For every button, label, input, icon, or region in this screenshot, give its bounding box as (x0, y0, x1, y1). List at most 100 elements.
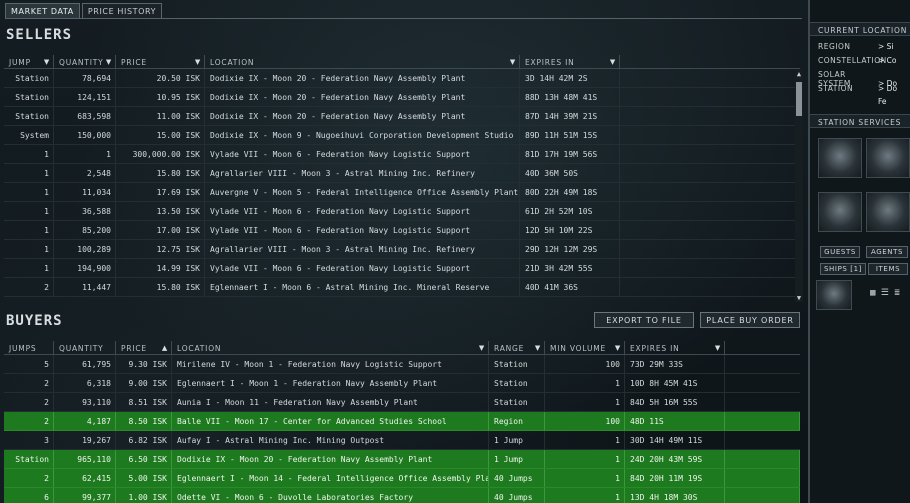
buyers-body: 5 61,795 9.30 ISK Mirilene IV - Moon 1 - Fe… (4, 355, 800, 503)
cell-expires: 80D 22H 49M 18S (520, 183, 620, 201)
cell-quantity: 11,447 (54, 278, 116, 296)
buyer-row[interactable]: 2 93,110 8.51 ISK Aunia I - Moon 11 - Feder… (4, 393, 800, 412)
col-location[interactable]: LOCATION ▼ (205, 55, 520, 68)
cell-location: Agrallarier VIII - Moon 3 - Astral Minin… (205, 240, 520, 258)
sort-arrow-icon: ▼ (194, 58, 201, 66)
view-mode-icon[interactable]: ▦ ☰ ≣ (870, 288, 900, 298)
seller-row[interactable]: 1 2,548 15.80 ISK Agrallarier VIII - Moon 3… (4, 164, 800, 183)
seller-row[interactable]: 1 194,900 14.99 ISK Vylade VII - Moon 6 - F… (4, 259, 800, 278)
sellers-scrollbar[interactable]: ▲ ▼ (795, 70, 803, 302)
seller-row[interactable]: 1 11,034 17.69 ISK Auvergne V - Moon 5 - Fe… (4, 183, 800, 202)
cell-price: 8.50 ISK (116, 412, 172, 430)
seller-row[interactable]: 1 100,289 12.75 ISK Agrallarier VIII - Moon… (4, 240, 800, 259)
cell-min-volume: 100 (545, 412, 625, 430)
col-location[interactable]: LOCATION ▼ (172, 341, 489, 354)
sort-arrow-icon: ▼ (534, 344, 541, 352)
reprocessing-icon[interactable] (866, 138, 910, 178)
location-region[interactable]: REGION > Si (818, 42, 910, 51)
buyer-row[interactable]: 6 99,377 1.00 ISK Odette VI - Moon 6 - Duvo… (4, 488, 800, 503)
col-jump[interactable]: JUMP ▼ (4, 55, 54, 68)
cell-filler (620, 240, 800, 258)
seller-row[interactable]: System 150,000 15.00 ISK Dodixie IX - Moon … (4, 126, 800, 145)
cell-jumps: 3 (4, 431, 54, 449)
seller-row[interactable]: 1 36,588 13.50 ISK Vylade VII - Moon 6 - Fe… (4, 202, 800, 221)
export-to-file-button[interactable]: EXPORT TO FILE (594, 312, 694, 328)
cell-range: 40 Jumps (489, 488, 545, 503)
cell-price: 10.95 ISK (116, 88, 205, 106)
cell-quantity: 150,000 (54, 126, 116, 144)
cell-filler (725, 374, 800, 392)
fitting-icon[interactable] (866, 192, 910, 232)
cell-expires: 84D 20H 11M 19S (625, 469, 725, 487)
cell-expires: 13D 4H 18M 30S (625, 488, 725, 503)
scroll-thumb[interactable] (796, 82, 802, 116)
seller-row[interactable]: Station 78,694 20.50 ISK Dodixie IX - Moon … (4, 69, 800, 88)
tab-price-history[interactable]: PRICE HISTORY (81, 3, 163, 19)
seller-row[interactable]: 2 11,447 15.80 ISK Eglennaert I - Moon 6 - … (4, 278, 800, 297)
ship-hangar-icon[interactable] (816, 280, 852, 310)
cell-quantity: 62,415 (54, 469, 116, 487)
cell-jump: 1 (4, 145, 54, 163)
cell-location: Dodixie IX - Moon 20 - Federation Navy A… (205, 88, 520, 106)
cell-price: 11.00 ISK (116, 107, 205, 125)
cell-filler (620, 164, 800, 182)
ships-button[interactable]: SHIPS [1] (820, 263, 866, 275)
buyer-row[interactable]: Station 965,110 6.50 ISK Dodixie IX - Moon … (4, 450, 800, 469)
cell-range: Station (489, 355, 545, 373)
items-button[interactable]: ITEMS (868, 263, 908, 275)
scroll-up-icon[interactable]: ▲ (795, 70, 803, 78)
seller-row[interactable]: Station 124,151 10.95 ISK Dodixie IX - Moon… (4, 88, 800, 107)
constellation-label: CONSTELLATION (818, 56, 887, 65)
col-jumps[interactable]: JUMPS (4, 341, 54, 354)
cell-expires: 40D 36M 50S (520, 164, 620, 182)
col-price[interactable]: PRICE ▲ (116, 341, 172, 354)
col-min-volume[interactable]: MIN VOLUME ▼ (545, 341, 625, 354)
guests-button[interactable]: GUESTS (820, 246, 860, 258)
sort-arrow-icon: ▼ (614, 344, 621, 352)
place-buy-order-button[interactable]: PLACE BUY ORDER (700, 312, 800, 328)
cell-filler (620, 183, 800, 201)
col-range[interactable]: RANGE ▼ (489, 341, 545, 354)
buyer-row[interactable]: 3 19,267 6.82 ISK Aufay I - Astral Mining I… (4, 431, 800, 450)
cell-range: Region (489, 412, 545, 430)
medical-icon[interactable] (818, 192, 862, 232)
cell-quantity: 78,694 (54, 69, 116, 87)
col-price[interactable]: PRICE ▼ (116, 55, 205, 68)
buyer-row[interactable]: 2 4,187 8.50 ISK Balle VII - Moon 17 - Cent… (4, 412, 800, 431)
cell-quantity: 85,200 (54, 221, 116, 239)
tab-divider (5, 18, 802, 19)
current-location-header: CURRENT LOCATION (810, 22, 910, 36)
seller-row[interactable]: 1 1 300,000.00 ISK Vylade VII - Moon 6 - Fe… (4, 145, 800, 164)
location-constellation[interactable]: CONSTELLATION> Co (818, 56, 910, 65)
cell-filler (725, 488, 800, 503)
cell-price: 15.00 ISK (116, 126, 205, 144)
cell-location: Vylade VII - Moon 6 - Federation Navy Lo… (205, 221, 520, 239)
cell-expires: 10D 8H 45M 41S (625, 374, 725, 392)
scroll-down-icon[interactable]: ▼ (795, 294, 803, 302)
col-expires[interactable]: EXPIRES IN ▼ (625, 341, 725, 354)
cell-quantity: 61,795 (54, 355, 116, 373)
col-quantity[interactable]: QUANTITY (54, 341, 116, 354)
seller-row[interactable]: 1 85,200 17.00 ISK Vylade VII - Moon 6 - Fe… (4, 221, 800, 240)
cell-filler (620, 88, 800, 106)
cell-min-volume: 1 (545, 469, 625, 487)
cell-location: Vylade VII - Moon 6 - Federation Navy Lo… (205, 202, 520, 220)
cell-location: Mirilene IV - Moon 1 - Federation Navy L… (172, 355, 489, 373)
buyer-row[interactable]: 2 62,415 5.00 ISK Eglennaert I - Moon 14 - … (4, 469, 800, 488)
col-expires[interactable]: EXPIRES IN ▼ (520, 55, 620, 68)
cell-jump: 2 (4, 278, 54, 296)
location-station[interactable]: STATION > Do (818, 84, 910, 93)
cell-quantity: 36,588 (54, 202, 116, 220)
seller-row[interactable]: Station 683,598 11.00 ISK Dodixie IX - Moon… (4, 107, 800, 126)
cell-location: Dodixie IX - Moon 20 - Federation Navy A… (172, 450, 489, 468)
col-range-label: RANGE (494, 344, 525, 353)
cell-expires: 3D 14H 42M 2S (520, 69, 620, 87)
cell-location: Dodixie IX - Moon 9 - Nugoeihuvi Corpora… (205, 126, 520, 144)
repair-shop-icon[interactable] (818, 138, 862, 178)
col-quantity[interactable]: QUANTITY ▼ (54, 55, 116, 68)
tab-market-data[interactable]: MARKET DATA (5, 3, 80, 19)
agents-button[interactable]: AGENTS (866, 246, 908, 258)
buyer-row[interactable]: 5 61,795 9.30 ISK Mirilene IV - Moon 1 - Fe… (4, 355, 800, 374)
cell-expires: 61D 2H 52M 10S (520, 202, 620, 220)
buyer-row[interactable]: 2 6,318 9.00 ISK Eglennaert I - Moon 1 - Fe… (4, 374, 800, 393)
